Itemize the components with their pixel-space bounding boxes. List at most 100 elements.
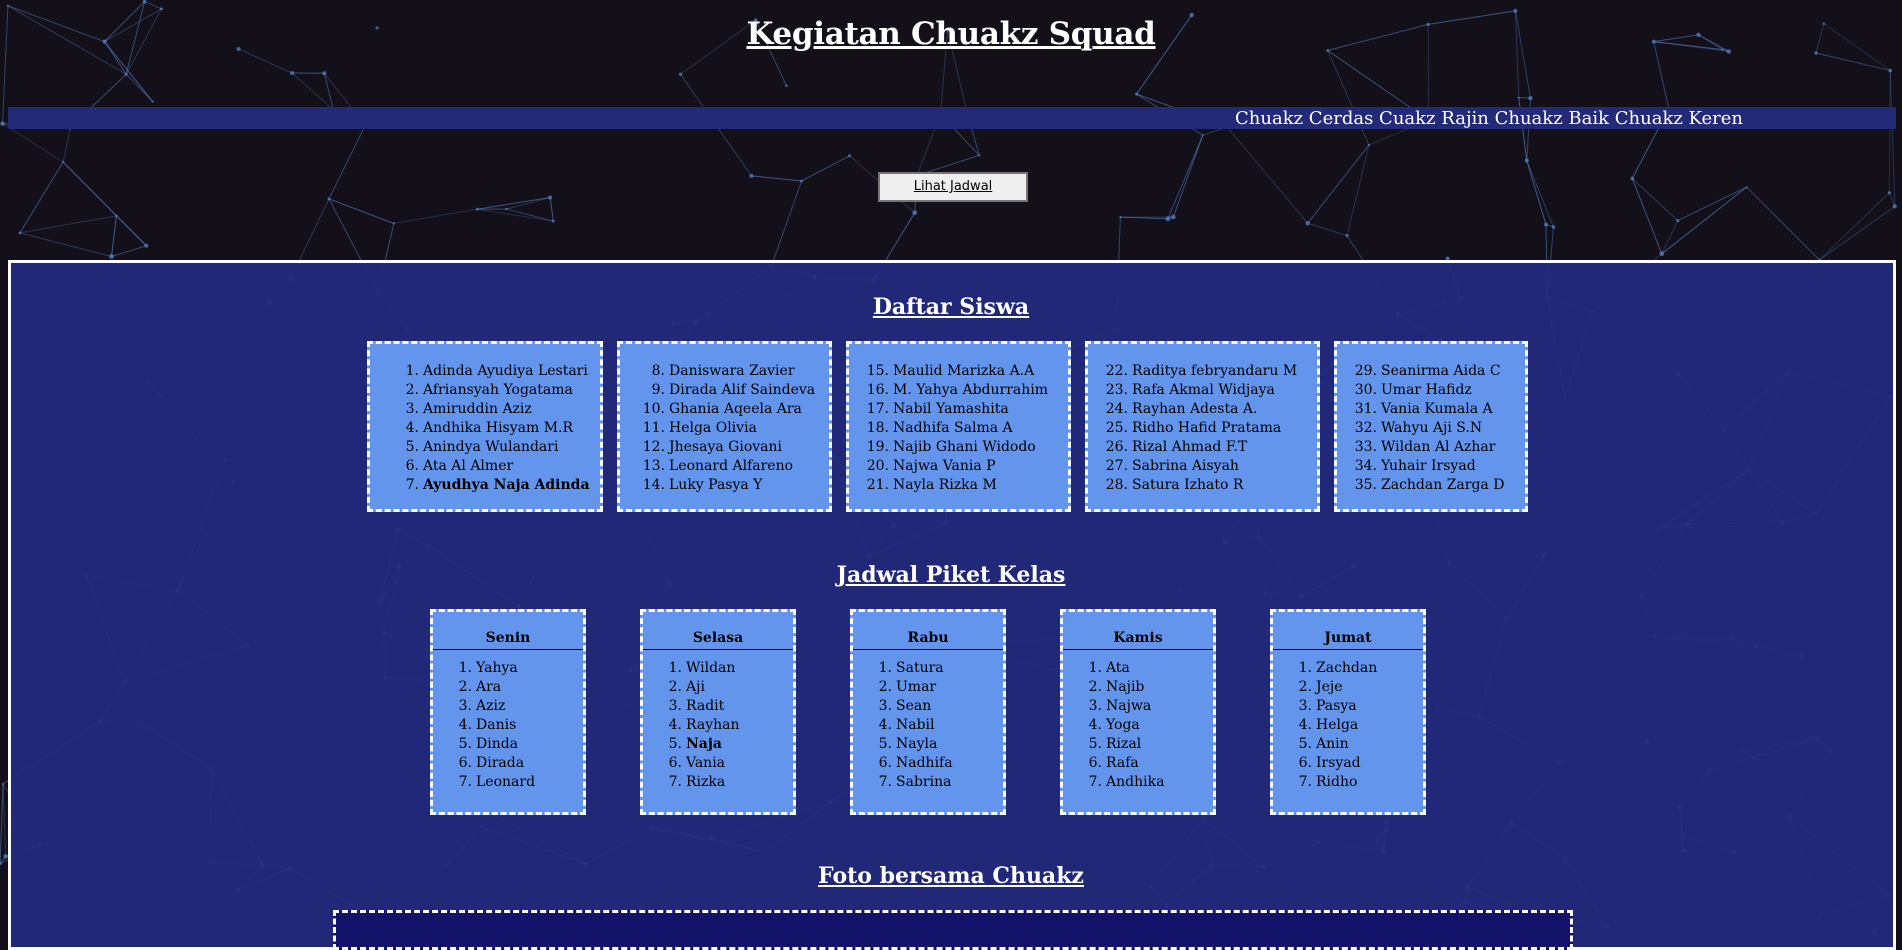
picket-member-name: Aziz bbox=[476, 698, 505, 714]
student-list-item: 25.Ridho Hafid Pratama bbox=[1105, 419, 1297, 438]
student-list-item: 12.Jhesaya Giovani bbox=[642, 438, 815, 457]
picket-member-name: Najib bbox=[1106, 679, 1144, 695]
student-list-item: 8.Daniswara Zavier bbox=[642, 362, 815, 381]
student-number: 1. bbox=[397, 362, 419, 381]
student-list-item: 34.Yuhair Irsyad bbox=[1354, 457, 1504, 476]
student-number: 11. bbox=[642, 419, 665, 438]
network-line bbox=[1819, 206, 1894, 259]
picket-member: 2.Ara bbox=[458, 678, 535, 697]
student-list-item: 22.Raditya febryandaru M bbox=[1105, 362, 1297, 381]
student-name: Ghania Aqeela Ara bbox=[669, 401, 802, 417]
student-name: Leonard Alfareno bbox=[669, 458, 793, 474]
student-name: Zachdan Zarga D bbox=[1381, 477, 1504, 493]
network-node bbox=[290, 71, 294, 75]
picket-member: 4.Nabil bbox=[878, 716, 953, 735]
student-column-3: 15.Maulid Marizka A.A16.M. Yahya Abdurra… bbox=[846, 341, 1071, 512]
student-number: 35. bbox=[1354, 476, 1377, 495]
student-name: Ridho Hafid Pratama bbox=[1132, 420, 1281, 436]
picket-day-title: Rabu bbox=[853, 630, 1003, 646]
picket-member-number: 6. bbox=[878, 754, 892, 773]
student-number: 18. bbox=[866, 419, 889, 438]
picket-day-title: Kamis bbox=[1063, 630, 1213, 646]
view-schedule-button[interactable]: Lihat Jadwal bbox=[878, 172, 1028, 202]
network-node bbox=[1135, 92, 1138, 95]
page-title: Kegiatan Chuakz Squad bbox=[0, 16, 1902, 52]
student-list-item: 27.Sabrina Aisyah bbox=[1105, 457, 1297, 476]
network-line bbox=[1227, 127, 1307, 223]
picket-member: 6.Vania bbox=[668, 754, 740, 773]
picket-member-number: 1. bbox=[878, 659, 892, 678]
picket-member: 5.Nayla bbox=[878, 735, 953, 754]
network-node bbox=[1888, 191, 1891, 194]
picket-member-name: Vania bbox=[686, 755, 725, 771]
picket-member: 1.Zachdan bbox=[1298, 659, 1377, 678]
picket-member: 6.Rafa bbox=[1088, 754, 1164, 773]
network-line bbox=[239, 49, 293, 73]
student-column-4: 22.Raditya febryandaru M23.Rafa Akmal Wi… bbox=[1085, 341, 1320, 512]
picket-member-name: Ata bbox=[1106, 660, 1130, 676]
picket-member-number: 7. bbox=[1298, 773, 1312, 792]
network-node bbox=[1630, 177, 1634, 181]
picket-member-name: Wildan bbox=[686, 660, 735, 676]
student-number: 16. bbox=[866, 381, 889, 400]
picket-member-number: 7. bbox=[458, 773, 472, 792]
student-list-item: 4.Andhika Hisyam M.R bbox=[397, 419, 590, 438]
picket-member: 1.Ata bbox=[1088, 659, 1164, 678]
picket-member-number: 1. bbox=[1298, 659, 1312, 678]
picket-member-name: Radit bbox=[686, 698, 724, 714]
network-line bbox=[1662, 221, 1678, 254]
network-line bbox=[63, 128, 70, 162]
picket-member-number: 4. bbox=[1298, 716, 1312, 735]
student-list-item: 29.Seanirma Aida C bbox=[1354, 362, 1504, 381]
student-list-item: 35.Zachdan Zarga D bbox=[1354, 476, 1504, 495]
picket-member-name: Rayhan bbox=[686, 717, 740, 733]
network-line bbox=[145, 1, 162, 8]
picket-member-name: Zachdan bbox=[1316, 660, 1377, 676]
network-line bbox=[3, 784, 6, 856]
picket-member-name: Pasya bbox=[1316, 698, 1357, 714]
student-list-item: 18.Nadhifa Salma A bbox=[866, 419, 1048, 438]
student-number: 7. bbox=[397, 476, 419, 495]
student-list-item: 33.Wildan Al Azhar bbox=[1354, 438, 1504, 457]
picket-member: 5.Dinda bbox=[458, 735, 535, 754]
student-name: Andhika Hisyam M.R bbox=[423, 420, 573, 436]
student-number: 17. bbox=[866, 400, 889, 419]
picket-member-name: Ara bbox=[476, 679, 501, 695]
picket-member: 6.Irsyad bbox=[1298, 754, 1377, 773]
network-node bbox=[1171, 215, 1176, 220]
network-node bbox=[1525, 158, 1529, 162]
network-line bbox=[1890, 71, 1895, 207]
network-node bbox=[328, 197, 331, 200]
network-node bbox=[1518, 97, 1520, 99]
student-list-item: 6.Ata Al Almer bbox=[397, 457, 590, 476]
picket-member-number: 5. bbox=[1298, 735, 1312, 754]
picket-member-number: 5. bbox=[878, 735, 892, 754]
student-number: 3. bbox=[397, 400, 419, 419]
network-line bbox=[1889, 71, 1890, 193]
student-list-item: 15.Maulid Marizka A.A bbox=[866, 362, 1048, 381]
student-name: Helga Olivia bbox=[669, 420, 757, 436]
network-line bbox=[0, 784, 3, 864]
picket-member-number: 2. bbox=[1298, 678, 1312, 697]
network-node bbox=[978, 154, 980, 156]
picket-member-number: 3. bbox=[668, 697, 682, 716]
picket-member-name: Yoga bbox=[1106, 717, 1140, 733]
network-node bbox=[1119, 216, 1121, 218]
picket-day-title: Jumat bbox=[1273, 630, 1423, 646]
student-name: Luky Pasya Y bbox=[669, 477, 762, 493]
student-list-item: 1.Adinda Ayudiya Lestari bbox=[397, 362, 590, 381]
picket-member: 3.Aziz bbox=[458, 697, 535, 716]
picket-member-number: 2. bbox=[668, 678, 682, 697]
marquee-text: Chuakz Cerdas Cuakz Rajin Chuakz Baik Ch… bbox=[1235, 108, 1743, 129]
network-line bbox=[1747, 187, 1820, 260]
network-node bbox=[1893, 204, 1897, 208]
picket-member-name: Leonard bbox=[476, 774, 535, 790]
network-line bbox=[802, 156, 850, 181]
picket-member: 7.Sabrina bbox=[878, 773, 953, 792]
picket-member-name: Dinda bbox=[476, 736, 518, 752]
network-node bbox=[1202, 134, 1204, 136]
student-list-item: 10.Ghania Aqeela Ara bbox=[642, 400, 815, 419]
picket-member-number: 4. bbox=[458, 716, 472, 735]
day-divider bbox=[433, 649, 583, 650]
student-name: Rayhan Adesta A. bbox=[1132, 401, 1257, 417]
